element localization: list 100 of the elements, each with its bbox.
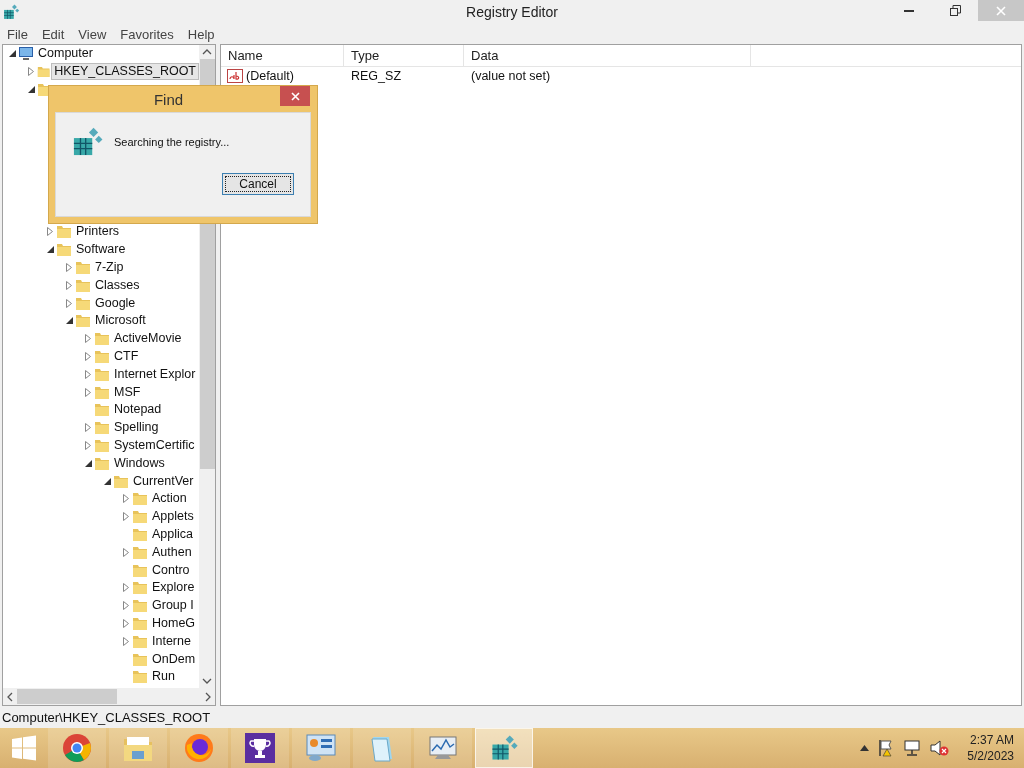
tree-item[interactable]: Printers — [73, 223, 123, 241]
tree-item[interactable]: Applica — [149, 525, 196, 543]
collapsed-arrow-icon[interactable] — [123, 494, 129, 504]
folder-icon — [94, 402, 110, 418]
expanded-arrow-icon[interactable] — [84, 459, 92, 467]
folder-icon — [75, 259, 91, 275]
tree-item[interactable]: HKEY_CLASSES_ROOT — [51, 63, 199, 81]
folder-icon — [75, 295, 91, 311]
tree-item[interactable]: Computer — [35, 45, 96, 63]
folder-icon — [132, 651, 148, 667]
tree-item[interactable]: 7-Zip — [92, 258, 127, 276]
tree-item[interactable]: ActiveMovie — [111, 330, 185, 348]
menu-item[interactable]: Favorites — [120, 26, 174, 42]
column-header[interactable]: Data — [464, 45, 751, 66]
trophy-icon — [245, 733, 275, 763]
show-hidden-icons-icon[interactable] — [860, 745, 870, 751]
collapsed-arrow-icon[interactable] — [66, 262, 72, 272]
tree-item[interactable]: Explore — [149, 579, 198, 597]
string-value-icon — [227, 68, 243, 83]
clock[interactable]: 2:37 AM 5/2/2023 — [967, 732, 1014, 764]
collapsed-arrow-icon[interactable] — [85, 423, 91, 433]
folder-icon — [113, 473, 129, 489]
tree-item[interactable]: Notepad — [111, 401, 165, 419]
collapsed-arrow-icon[interactable] — [85, 440, 91, 450]
collapsed-arrow-icon[interactable] — [123, 618, 129, 628]
taskbar-app-button[interactable] — [292, 728, 350, 768]
folder-icon — [132, 669, 148, 685]
tree-item[interactable]: Run — [149, 668, 178, 686]
tree-item[interactable]: Windows — [111, 454, 168, 472]
menu-item[interactable]: View — [78, 26, 107, 42]
tree-item[interactable]: Software — [73, 241, 129, 259]
menu-item[interactable]: Edit — [41, 26, 65, 42]
folder-icon — [132, 598, 148, 614]
expanded-arrow-icon[interactable] — [46, 246, 54, 254]
collapsed-arrow-icon[interactable] — [123, 601, 129, 611]
tree-item[interactable]: Internet Explor — [111, 365, 199, 383]
tree-item[interactable]: Spelling — [111, 419, 162, 437]
tree-item[interactable]: Group I — [149, 597, 197, 615]
collapsed-arrow-icon[interactable] — [85, 369, 91, 379]
collapsed-arrow-icon[interactable] — [123, 512, 129, 522]
collapsed-arrow-icon[interactable] — [66, 280, 72, 290]
folder-icon — [75, 277, 91, 293]
tree-item[interactable]: Authen — [149, 543, 195, 561]
menu-item[interactable]: File — [7, 26, 28, 42]
collapsed-arrow-icon[interactable] — [47, 227, 53, 237]
firefox-icon — [184, 733, 214, 763]
window-title: Registry Editor — [465, 4, 559, 20]
expanded-arrow-icon[interactable] — [65, 317, 73, 325]
dialog-title: Find — [152, 90, 185, 108]
tree-item[interactable]: HomeG — [149, 614, 199, 632]
tree-item[interactable]: Applets — [149, 508, 197, 526]
tree-item[interactable]: Google — [92, 294, 139, 312]
close-icon — [290, 91, 300, 101]
restore-icon — [949, 5, 961, 16]
tree-item[interactable]: OnDem — [149, 650, 199, 668]
folder-icon — [132, 580, 148, 596]
close-button[interactable] — [280, 86, 310, 106]
folder-icon — [56, 224, 72, 240]
folder-icon — [94, 331, 110, 347]
tree-item[interactable]: SystemCertific — [111, 436, 198, 454]
status-message: Searching the registry... — [114, 136, 230, 148]
registry-cubes-icon — [489, 733, 519, 763]
tree-item[interactable]: CTF — [111, 347, 142, 365]
expanded-arrow-icon[interactable] — [103, 477, 111, 485]
folder-icon — [94, 384, 110, 400]
tree-item[interactable]: Action — [149, 490, 190, 508]
collapsed-arrow-icon[interactable] — [123, 636, 129, 646]
taskbar-app-button[interactable] — [231, 728, 289, 768]
folder-icon — [94, 348, 110, 364]
column-header[interactable]: Type — [344, 45, 464, 66]
collapsed-arrow-icon[interactable] — [85, 351, 91, 361]
collapsed-arrow-icon[interactable] — [85, 387, 91, 397]
collapsed-arrow-icon[interactable] — [85, 334, 91, 344]
tree-item[interactable]: CurrentVer — [130, 472, 197, 490]
folder-icon — [94, 366, 110, 382]
muted-speaker-icon[interactable] — [929, 739, 950, 757]
table-cell-text: REG_SZ — [350, 68, 402, 83]
folder-icon — [132, 562, 148, 578]
chrome-icon — [62, 733, 92, 763]
tree-item[interactable]: MSF — [111, 383, 144, 401]
horizontal-scrollbar[interactable] — [3, 688, 215, 705]
taskbar-app-button[interactable] — [170, 728, 228, 768]
tree-item[interactable]: Microsoft — [92, 312, 149, 330]
tree-item[interactable]: Classes — [92, 276, 143, 294]
collapsed-arrow-icon[interactable] — [66, 298, 72, 308]
column-header[interactable]: Name — [221, 45, 344, 66]
folder-icon — [132, 491, 148, 507]
cancel-button[interactable]: Cancel — [222, 173, 294, 195]
network-icon[interactable] — [903, 739, 922, 757]
folder-icon — [132, 615, 148, 631]
expanded-arrow-icon[interactable] — [27, 86, 35, 93]
menu-item[interactable]: Help — [187, 26, 215, 42]
collapsed-arrow-icon[interactable] — [123, 547, 129, 557]
expanded-arrow-icon[interactable] — [8, 50, 16, 58]
taskbar-app-button[interactable] — [475, 728, 533, 768]
collapsed-arrow-icon[interactable] — [28, 67, 34, 77]
collapsed-arrow-icon[interactable] — [123, 583, 129, 593]
tree-item[interactable]: Interne — [149, 632, 194, 650]
tree-item[interactable]: Contro — [149, 561, 193, 579]
close-icon — [996, 5, 1006, 16]
